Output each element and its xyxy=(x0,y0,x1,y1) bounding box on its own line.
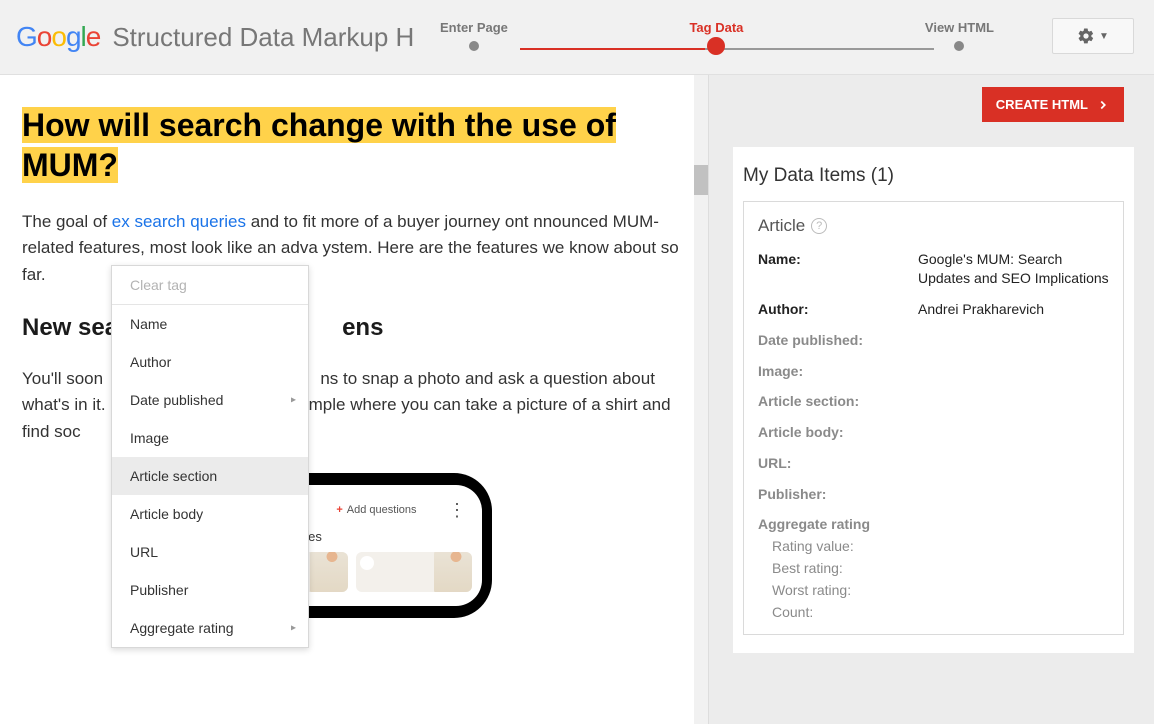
create-html-button[interactable]: CREATE HTML xyxy=(982,87,1124,122)
app-title: Structured Data Markup H xyxy=(112,22,414,53)
data-items-sidebar: CREATE HTML My Data Items (1) Article ? … xyxy=(708,75,1154,724)
field-name: Name: Google's MUM: Search Updates and S… xyxy=(758,250,1109,288)
plus-icon: + xyxy=(336,504,342,516)
logo-block: Google Structured Data Markup H xyxy=(16,21,414,53)
field-image: Image: xyxy=(758,362,1109,381)
caret-down-icon: ▼ xyxy=(1099,31,1109,42)
menu-date-published[interactable]: Date published▸ xyxy=(112,381,308,419)
data-items-panel: My Data Items (1) Article ? Name: Google… xyxy=(733,147,1134,653)
add-questions-label: +Add questions xyxy=(336,504,416,516)
field-article-section: Article section: xyxy=(758,392,1109,411)
article-card: Article ? Name: Google's MUM: Search Upd… xyxy=(743,201,1124,635)
step-dot-icon xyxy=(707,37,725,55)
menu-name[interactable]: Name xyxy=(112,305,308,343)
field-date-published: Date published: xyxy=(758,331,1109,350)
gear-icon xyxy=(1077,27,1095,45)
step-tag-data[interactable]: Tag Data xyxy=(689,20,743,59)
step-dot-icon xyxy=(954,41,964,51)
scrollbar-thumb[interactable] xyxy=(694,165,708,195)
help-icon[interactable]: ? xyxy=(811,218,827,234)
tag-context-menu: Clear tag Name Author Date published▸ Im… xyxy=(111,265,309,648)
field-url: URL: xyxy=(758,454,1109,473)
google-logo: Google xyxy=(16,21,100,53)
visual-match-card xyxy=(356,552,472,592)
chevron-right-icon: ▸ xyxy=(291,395,296,406)
field-article-body: Article body: xyxy=(758,423,1109,442)
step-dot-icon xyxy=(469,41,479,51)
aggregate-worst-rating: Worst rating: xyxy=(758,582,1109,598)
stepper: Enter Page Tag Data View HTML xyxy=(440,20,994,59)
menu-url[interactable]: URL xyxy=(112,533,308,571)
settings-button[interactable]: ▼ xyxy=(1052,18,1134,54)
aggregate-rating-value: Rating value: xyxy=(758,538,1109,554)
more-icon: ⋮ xyxy=(448,500,466,521)
chevron-right-icon xyxy=(1096,98,1110,112)
article-heading[interactable]: How will search change with the use of M… xyxy=(22,105,686,185)
card-type-label: Article ? xyxy=(758,216,1109,236)
menu-aggregate-rating[interactable]: Aggregate rating▸ xyxy=(112,609,308,647)
aggregate-count: Count: xyxy=(758,604,1109,620)
aggregate-rating-head: Aggregate rating xyxy=(758,516,1109,532)
step-view-html[interactable]: View HTML xyxy=(925,20,994,59)
search-queries-link[interactable]: ex search queries xyxy=(112,212,246,231)
menu-image[interactable]: Image xyxy=(112,419,308,457)
chevron-right-icon: ▸ xyxy=(291,623,296,634)
step-enter-page[interactable]: Enter Page xyxy=(440,20,508,59)
menu-article-section[interactable]: Article section xyxy=(112,457,308,495)
menu-clear-tag: Clear tag xyxy=(112,266,308,304)
field-publisher: Publisher: xyxy=(758,485,1109,504)
menu-author[interactable]: Author xyxy=(112,343,308,381)
panel-title: My Data Items (1) xyxy=(739,165,1128,201)
article-preview-pane: How will search change with the use of M… xyxy=(0,75,708,724)
menu-article-body[interactable]: Article body xyxy=(112,495,308,533)
menu-publisher[interactable]: Publisher xyxy=(112,571,308,609)
field-author: Author: Andrei Prakharevich xyxy=(758,300,1109,319)
aggregate-best-rating: Best rating: xyxy=(758,560,1109,576)
top-header: Google Structured Data Markup H Enter Pa… xyxy=(0,0,1154,75)
